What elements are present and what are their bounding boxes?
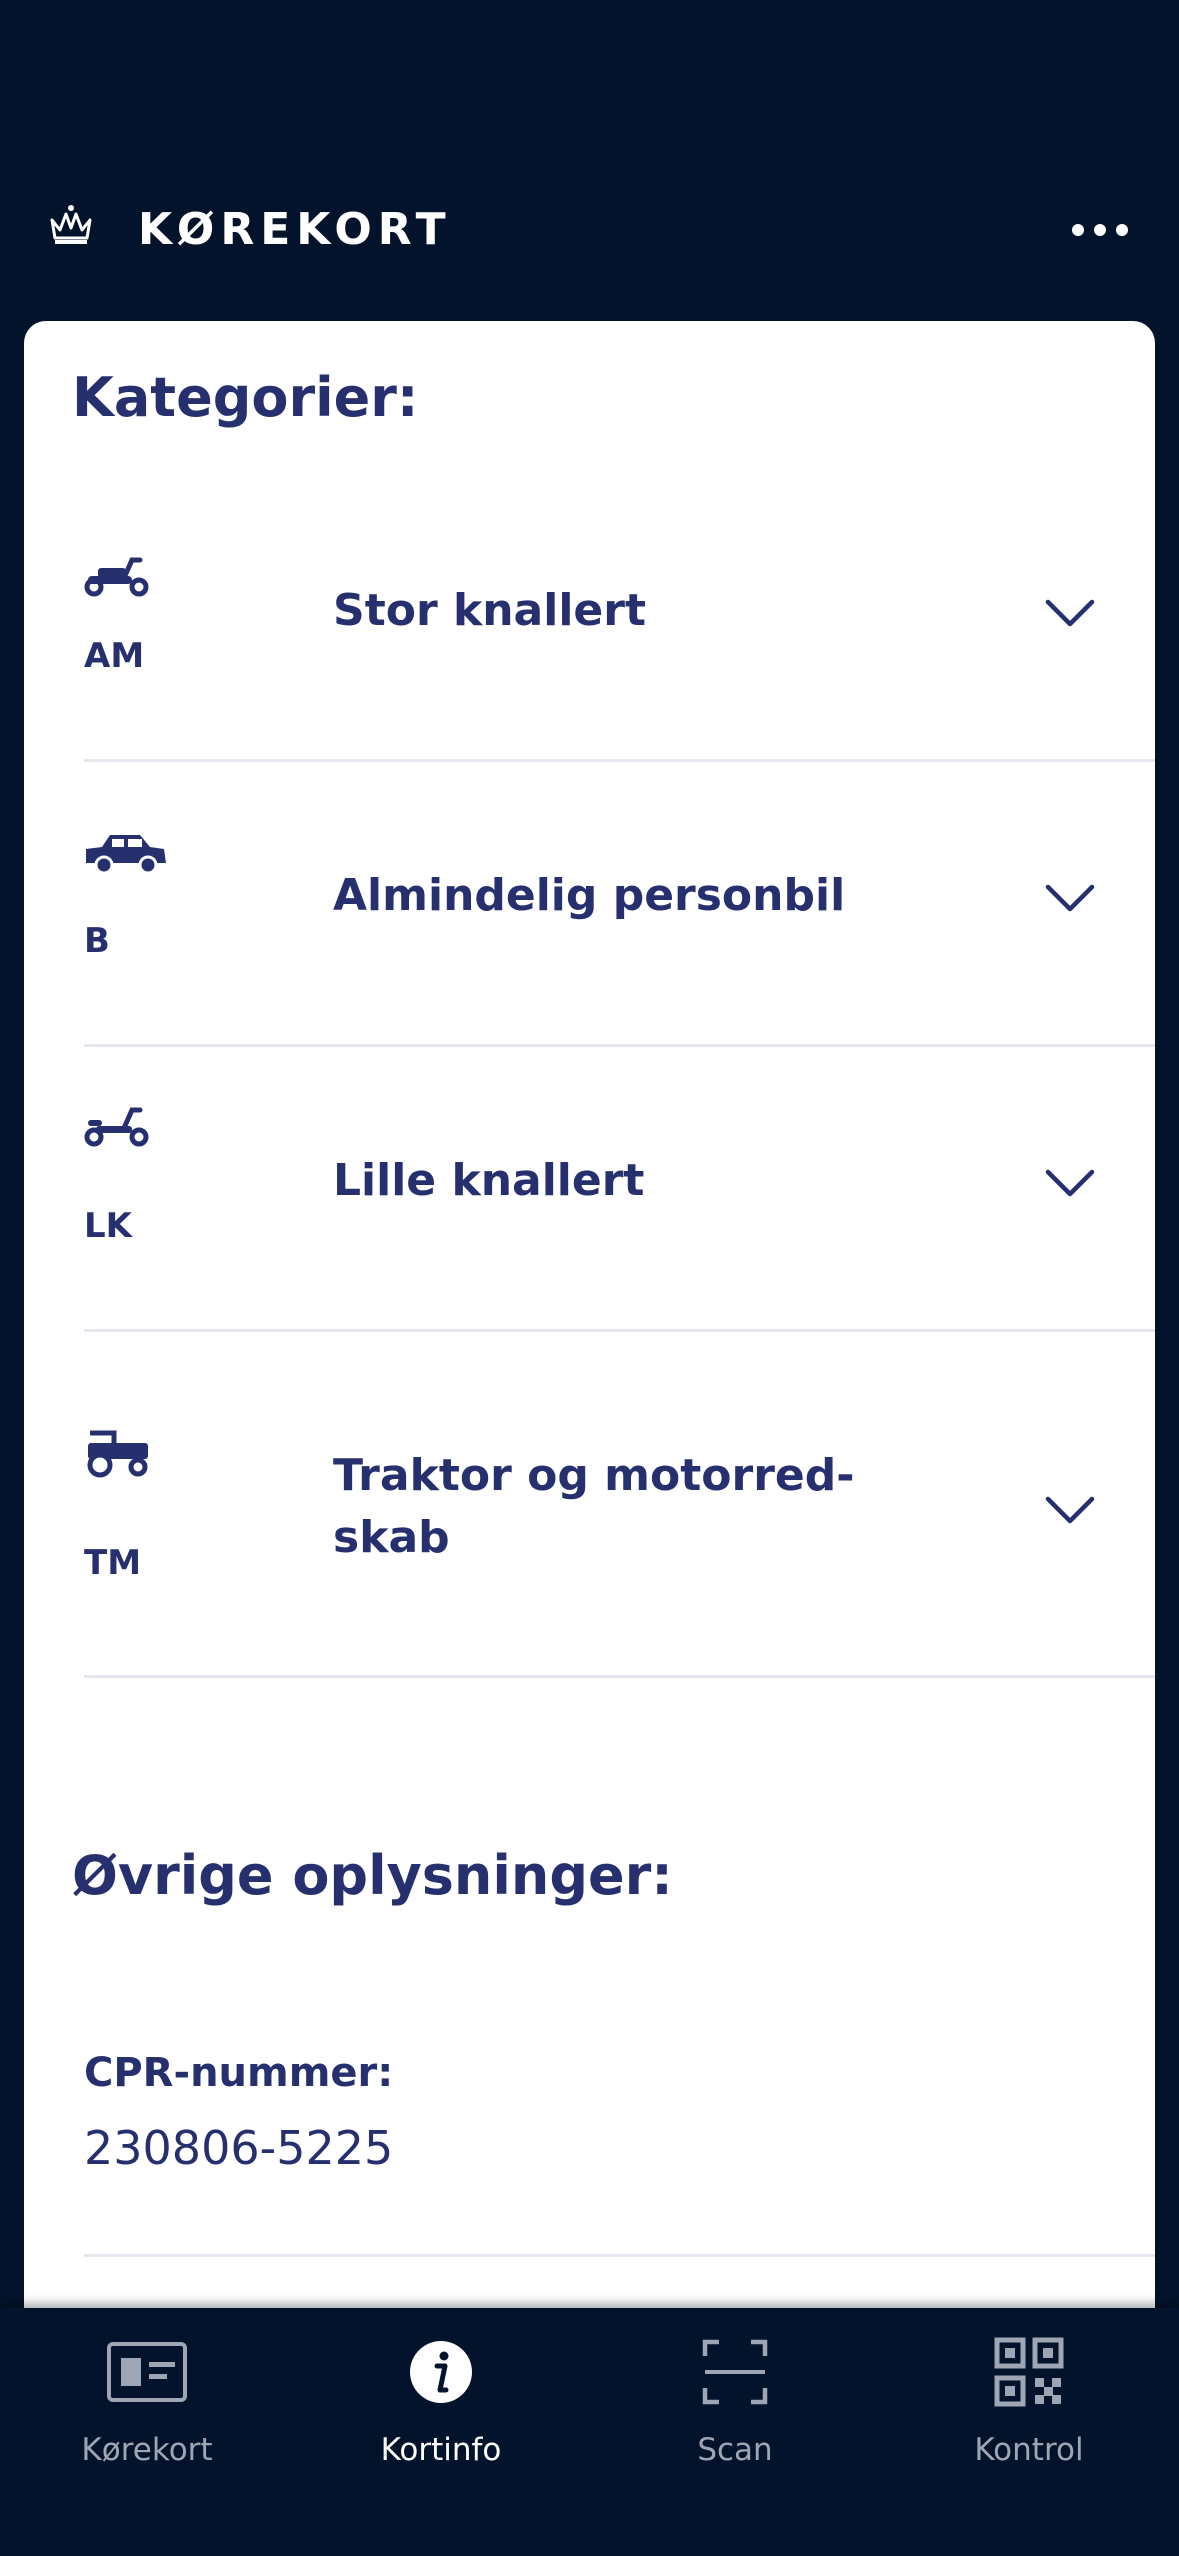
- bottom-nav: Kørekort Kortinfo Scan Kontrol: [0, 2308, 1179, 2556]
- nav-item-kontrol[interactable]: Kontrol: [882, 2308, 1176, 2556]
- cpr-value: 230806-5225: [84, 2121, 394, 2175]
- qr-code-icon: [994, 2337, 1064, 2407]
- cpr-label: CPR-nummer:: [84, 2050, 394, 2096]
- category-code: AM: [84, 636, 145, 676]
- category-row-tm[interactable]: TM Traktor og motorred- skab: [84, 1391, 1155, 1676]
- tractor-icon: [87, 1430, 148, 1478]
- divider: [84, 759, 1155, 762]
- category-code: LK: [84, 1206, 133, 1246]
- category-label: Stor knallert: [333, 585, 646, 636]
- moped-icon: [84, 557, 149, 597]
- divider: [84, 1044, 1155, 1047]
- category-row-am[interactable]: AM Stor knallert: [84, 536, 1155, 781]
- nav-label: Kørekort: [81, 2432, 213, 2468]
- category-label-line1: Traktor og motorred-: [333, 1450, 855, 1501]
- car-icon: [86, 835, 166, 875]
- app-root: KØREKORT Kategorier: AM Stor knallert B …: [0, 0, 1179, 2556]
- chevron-down-icon: [1045, 884, 1095, 912]
- scan-icon: [702, 2339, 768, 2405]
- category-code: TM: [84, 1543, 142, 1583]
- more-horizontal-icon[interactable]: [1060, 205, 1140, 255]
- chevron-down-icon: [1045, 1496, 1095, 1524]
- category-row-lk[interactable]: LK Lille knallert: [84, 1106, 1155, 1346]
- info-icon: [410, 2341, 472, 2403]
- divider: [84, 1675, 1155, 1678]
- categories-title: Kategorier:: [72, 366, 419, 429]
- nav-label: Kontrol: [974, 2432, 1084, 2468]
- category-label: Almindelig personbil: [333, 870, 846, 921]
- chevron-down-icon: [1045, 1169, 1095, 1197]
- category-label-line2: skab: [333, 1512, 450, 1563]
- category-code: B: [84, 921, 110, 961]
- divider: [84, 1329, 1155, 1332]
- nav-label: Scan: [697, 2432, 773, 2468]
- category-row-b[interactable]: B Almindelig personbil: [84, 821, 1155, 1061]
- category-label: Lille knallert: [333, 1155, 645, 1206]
- chevron-down-icon: [1045, 599, 1095, 627]
- divider: [84, 2254, 1155, 2257]
- content-card: Kategorier: AM Stor knallert B Almindeli…: [24, 321, 1155, 2381]
- small-moped-icon: [84, 1107, 149, 1147]
- nav-item-kortinfo[interactable]: Kortinfo: [294, 2308, 588, 2556]
- app-title: KØREKORT: [138, 204, 452, 255]
- nav-item-scan[interactable]: Scan: [588, 2308, 882, 2556]
- app-header: KØREKORT: [0, 170, 1179, 290]
- license-card-icon: [107, 2342, 187, 2402]
- nav-label: Kortinfo: [380, 2432, 502, 2468]
- nav-item-korekort[interactable]: Kørekort: [0, 2308, 294, 2556]
- other-info-title: Øvrige oplysninger:: [72, 1844, 673, 1907]
- crown-icon: [50, 205, 92, 244]
